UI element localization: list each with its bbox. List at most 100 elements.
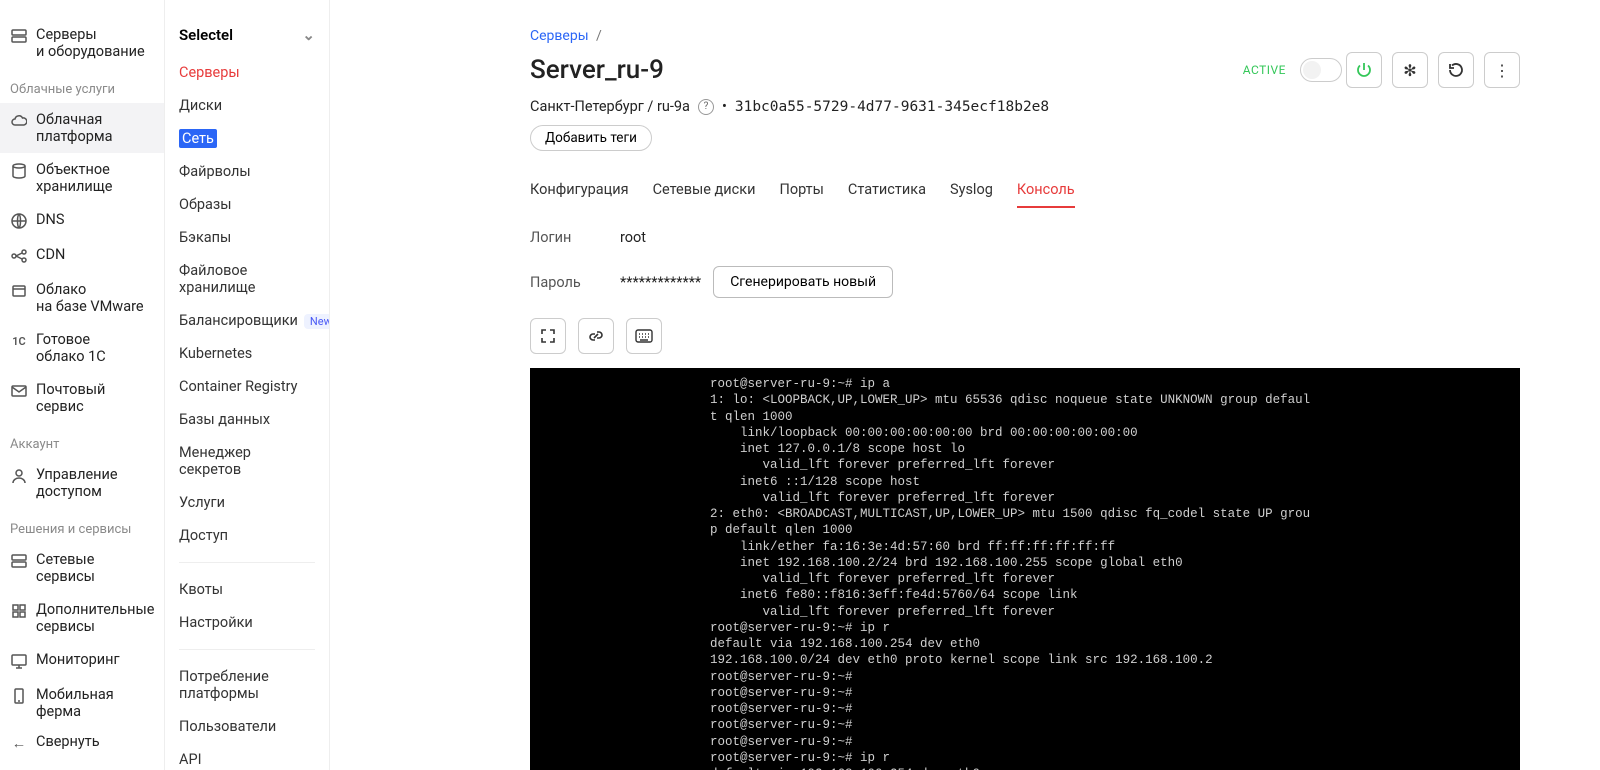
sidebar-item-label: Готовое облако 1С: [36, 331, 106, 365]
help-icon[interactable]: ?: [698, 99, 714, 115]
breadcrumb-link[interactable]: Серверы: [530, 28, 589, 44]
sidebar-section-title: Решения и сервисы: [0, 508, 164, 543]
generate-password-button[interactable]: Сгенерировать новый: [713, 266, 893, 298]
subnav-item-quotas[interactable]: Квоты: [165, 573, 329, 606]
subnav-item-backups[interactable]: Бэкапы: [165, 221, 329, 254]
sidebar-item-cdn[interactable]: CDN: [0, 238, 164, 273]
subnav-item-access[interactable]: Доступ: [165, 519, 329, 552]
sidebar-item-label: Объектное хранилище: [36, 161, 112, 195]
login-value: root: [620, 229, 646, 246]
sidebar-item-object-storage[interactable]: Объектное хранилище: [0, 153, 164, 203]
subnav-item-fstorage[interactable]: Файловое хранилище: [165, 254, 329, 304]
sidebar-collapse[interactable]: ← Свернуть: [0, 725, 110, 760]
sidebar-item-dns[interactable]: DNS: [0, 203, 164, 238]
power-button[interactable]: [1346, 52, 1382, 88]
sidebar-item-cloud-platform[interactable]: Облачная платформа: [0, 103, 164, 153]
cdn-icon: [10, 247, 28, 265]
new-badge: New: [304, 314, 330, 329]
globe-icon: [10, 212, 28, 230]
sidebar-item-monitoring[interactable]: Мониторинг: [0, 643, 164, 678]
sidebar-item-net-svc[interactable]: Сетевые сервисы: [0, 543, 164, 593]
terminal[interactable]: root@server-ru-9:~# ip a 1: lo: <LOOPBAC…: [530, 368, 1520, 770]
tabs: Конфигурация Сетевые диски Порты Статистика…: [530, 173, 1520, 209]
tab-syslog[interactable]: Syslog: [950, 173, 993, 208]
link-icon: [588, 328, 604, 344]
mobile-icon: [10, 687, 28, 705]
sidebar-section-title: Аккаунт: [0, 423, 164, 458]
subnav-item-network[interactable]: Сеть: [165, 122, 329, 155]
sidebar-item-access[interactable]: Управление доступом: [0, 458, 164, 508]
db-icon: [10, 162, 28, 180]
grid-icon: [10, 602, 28, 620]
sidebar-item-label: Управление доступом: [36, 466, 118, 500]
sidebar-item-mobile-farm[interactable]: Мобильная ферма: [0, 678, 164, 728]
tab-stats[interactable]: Статистика: [848, 173, 926, 208]
refresh-icon: [1448, 62, 1464, 78]
chevron-down-icon: ⌄: [302, 26, 315, 44]
sidebar-item-label: Облако на базе VMware: [36, 281, 144, 315]
subnav-item-servers[interactable]: Серверы: [165, 56, 329, 89]
subnav-item-registry[interactable]: Container Registry: [165, 370, 329, 403]
sidebar-item-label: Мобильная ферма: [36, 686, 154, 720]
sidebar-item-mail[interactable]: Почтовый сервис: [0, 373, 164, 423]
status-badge: ACTIVE: [1243, 63, 1286, 77]
subnav-item-secrets[interactable]: Менеджер секретов: [165, 436, 329, 486]
reboot-button[interactable]: [1438, 52, 1474, 88]
more-actions-button[interactable]: ⋮: [1484, 52, 1520, 88]
server-uuid: 31bc0a55-5729-4d77-9631-345ecf18b2e8: [735, 99, 1049, 115]
sidebar-item-label: DNS: [36, 211, 64, 228]
subnav-item-disks[interactable]: Диски: [165, 89, 329, 122]
box-icon: [10, 282, 28, 300]
subnav-item-lb[interactable]: БалансировщикиNew: [165, 304, 329, 337]
subnav-item-dbs[interactable]: Базы данных: [165, 403, 329, 436]
mail-icon: [10, 382, 28, 400]
server-icon: [10, 552, 28, 570]
secondary-sidebar: Selectel ⌄ СерверыДискиСетьФайрволыОбраз…: [165, 0, 330, 770]
subnav-item-usage[interactable]: Потребление платформы: [165, 660, 329, 710]
1c-icon: 1C: [10, 332, 28, 350]
subnav-item-api[interactable]: API: [165, 743, 329, 770]
subnav-item-users[interactable]: Пользователи: [165, 710, 329, 743]
sidebar-item-label: Почтовый сервис: [36, 381, 154, 415]
subnav-item-images[interactable]: Образы: [165, 188, 329, 221]
sidebar-item-label: CDN: [36, 246, 65, 263]
power-toggle[interactable]: [1300, 58, 1342, 82]
subnav-item-services[interactable]: Услуги: [165, 486, 329, 519]
login-label: Логин: [530, 229, 620, 246]
sidebar-item-label: Серверы и оборудование: [36, 26, 145, 60]
server-icon: [10, 27, 28, 45]
power-icon: [1356, 62, 1372, 78]
sidebar-section-title: Облачные услуги: [0, 68, 164, 103]
tab-ports[interactable]: Порты: [779, 173, 823, 208]
snowflake-button[interactable]: ✻: [1392, 52, 1428, 88]
page-title: Server_ru-9: [530, 55, 664, 85]
primary-sidebar: Серверы и оборудование Облачные услуги Об…: [0, 0, 165, 770]
password-value: *************: [620, 274, 701, 291]
tab-config[interactable]: Конфигурация: [530, 173, 629, 208]
password-label: Пароль: [530, 274, 620, 291]
add-tags-button[interactable]: Добавить теги: [530, 125, 652, 151]
fullscreen-icon: [540, 328, 556, 344]
subnav-item-k8s[interactable]: Kubernetes: [165, 337, 329, 370]
sidebar-item-label: Облачная платформа: [36, 111, 113, 145]
keyboard-button[interactable]: [626, 318, 662, 354]
breadcrumb: Серверы /: [530, 28, 1520, 44]
sidebar-item-label: Дополнительные сервисы: [36, 601, 154, 635]
tab-console[interactable]: Консоль: [1017, 173, 1075, 208]
fullscreen-button[interactable]: [530, 318, 566, 354]
sidebar-item-vmware[interactable]: Облако на базе VMware: [0, 273, 164, 323]
subnav-item-firewalls[interactable]: Файрволы: [165, 155, 329, 188]
sidebar-item-1c[interactable]: 1C Готовое облако 1С: [0, 323, 164, 373]
sidebar-item-extra[interactable]: Дополнительные сервисы: [0, 593, 164, 643]
link-button[interactable]: [578, 318, 614, 354]
cloud-icon: [10, 112, 28, 130]
sidebar-item-hardware[interactable]: Серверы и оборудование: [0, 18, 164, 68]
project-selector[interactable]: Selectel ⌄: [165, 18, 329, 56]
monitor-icon: [10, 652, 28, 670]
user-icon: [10, 467, 28, 485]
tab-disks[interactable]: Сетевые диски: [653, 173, 756, 208]
snowflake-icon: ✻: [1403, 61, 1416, 80]
sidebar-item-label: Мониторинг: [36, 651, 120, 668]
subnav-item-settings[interactable]: Настройки: [165, 606, 329, 639]
sidebar-item-label: Сетевые сервисы: [36, 551, 154, 585]
